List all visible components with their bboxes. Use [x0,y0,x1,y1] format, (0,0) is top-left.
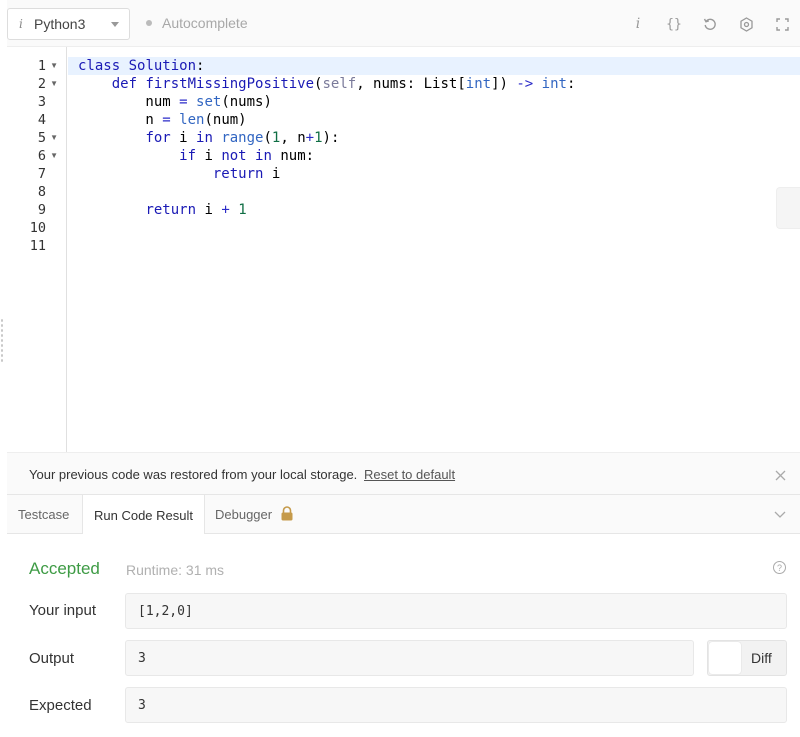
line-number: 8 [37,184,46,200]
tab-testcase[interactable]: Testcase [7,495,80,534]
reset-to-default-link[interactable]: Reset to default [364,467,455,482]
code-line: for i in range(1, n+1): [145,130,340,146]
autocomplete-label: Autocomplete [162,15,248,31]
diff-toggle-knob [709,642,741,674]
line-number: 6 [37,148,46,164]
input-label: Your input [29,602,97,619]
line-number: 9 [37,202,46,218]
diff-toggle[interactable]: Diff [707,640,787,676]
panel-resize-grip[interactable] [0,318,4,364]
braces-icon[interactable]: {} [656,11,692,37]
fullscreen-icon[interactable] [764,11,800,37]
code-line: return i [212,166,281,182]
autocomplete-toggle[interactable]: Autocomplete [146,15,248,31]
line-number: 5 [37,130,46,146]
line-number: 4 [37,112,46,128]
toolbar-actions: i {} [620,11,800,37]
line-number: 1 [37,58,46,74]
code-line: n = len(num) [78,112,247,128]
tab-run-code-result[interactable]: Run Code Result [82,495,205,535]
fold-arrow-icon[interactable]: ▼ [50,151,58,160]
language-select[interactable]: i Python3 [7,8,130,40]
code-area[interactable]: class Solution: def firstMissingPositive… [68,47,800,452]
editor-toolbar: i Python3 Autocomplete i {} [7,0,800,47]
result-status: Accepted [29,559,100,578]
reset-icon[interactable] [692,11,728,37]
code-line: def firstMissingPositive(self, nums: Lis… [111,76,576,92]
info-icon[interactable]: i [620,11,656,37]
side-panel-handle[interactable] [776,187,800,229]
input-value: [1,2,0] [125,593,787,629]
code-line: if i not in num: [179,148,315,164]
line-number: 2 [37,76,46,92]
output-value: 3 [125,640,694,676]
line-number-gutter: 1 ▼ 2 ▼ 3 4 5 ▼ 6 ▼ 7 8 9 10 11 [7,47,67,452]
close-icon[interactable] [775,468,786,486]
fold-arrow-icon[interactable]: ▼ [50,79,58,88]
console-tabs: Testcase Run Code Result Debugger [7,495,800,535]
autocomplete-status-dot [146,20,152,26]
chevron-down-icon [111,22,119,27]
lock-icon [280,505,294,524]
line-number: 7 [37,166,46,182]
code-editor[interactable]: 1 ▼ 2 ▼ 3 4 5 ▼ 6 ▼ 7 8 9 10 11 class Solution: def fi… [7,47,800,452]
tab-debugger[interactable]: Debugger [204,495,305,534]
restore-notice: Your previous code was restored from you… [7,452,800,495]
result-runtime: Runtime: 31 ms [126,562,225,578]
code-line: return i + 1 [145,202,247,218]
help-icon[interactable]: ? [773,561,786,574]
line-number: 3 [37,94,46,110]
fold-arrow-icon[interactable]: ▼ [50,61,58,70]
restore-notice-message: Your previous code was restored from you… [29,467,358,482]
run-result-panel: Accepted Runtime: 31 ms ? Your input [1,… [7,534,800,737]
expected-value: 3 [125,687,787,723]
settings-icon[interactable] [728,11,764,37]
line-number: 11 [29,238,46,254]
line-number: 10 [29,220,46,236]
language-info-icon: i [19,17,23,31]
fold-arrow-icon[interactable]: ▼ [50,133,58,142]
language-select-value: Python3 [34,16,86,32]
code-line: num = set(nums) [78,94,272,110]
diff-label: Diff [751,650,772,666]
output-label: Output [29,650,75,667]
expected-label: Expected [29,697,92,714]
code-line: class Solution: [78,58,205,74]
